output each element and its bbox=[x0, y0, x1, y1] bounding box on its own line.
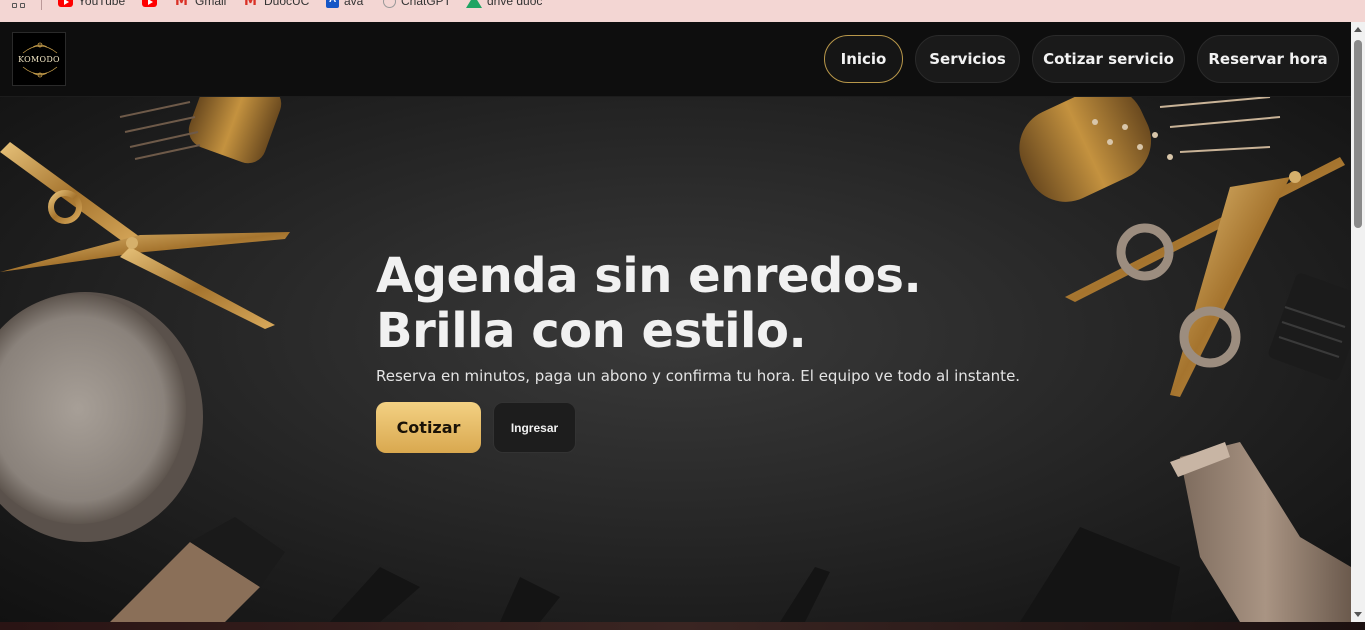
gmail-icon bbox=[244, 0, 259, 9]
ingresar-button[interactable]: Ingresar bbox=[493, 402, 576, 453]
bookmark-gmail[interactable]: Gmail bbox=[175, 0, 226, 9]
round-brush-top-left bbox=[119, 97, 282, 164]
bookmark-label: ava bbox=[344, 0, 364, 8]
bookmarks-bar: YouTube Gmail DuocUC ava ChatGPT drive d… bbox=[0, 0, 1365, 22]
bookmarks-separator bbox=[41, 0, 42, 10]
google-drive-icon bbox=[466, 0, 482, 8]
nav-reservar-hora[interactable]: Reservar hora bbox=[1197, 35, 1339, 83]
scrollbar-thumb[interactable] bbox=[1354, 40, 1362, 228]
bookmark-drive-duoc[interactable]: drive duoc bbox=[466, 0, 542, 9]
bookmark-duocuc[interactable]: DuocUC bbox=[244, 0, 309, 9]
pomade-jar bbox=[0, 292, 203, 542]
bookmark-label: drive duoc bbox=[487, 0, 543, 8]
bookmark-label: YouTube bbox=[78, 0, 126, 8]
nav-cotizar-servicio[interactable]: Cotizar servicio bbox=[1032, 35, 1185, 83]
hero-background-tools bbox=[0, 97, 1351, 622]
youtube-icon bbox=[58, 0, 73, 7]
bookmark-youtube[interactable]: YouTube bbox=[58, 0, 125, 9]
spray-bottle-right bbox=[1020, 442, 1351, 622]
chatgpt-icon bbox=[383, 0, 396, 8]
hero-headline-line2: Brilla con estilo. bbox=[376, 303, 807, 359]
site-header: KOMODO Inicio Servicios Cotizar servicio… bbox=[0, 22, 1351, 97]
youtube-icon bbox=[142, 0, 157, 7]
hero-headline: Agenda sin enredos. Brilla con estilo. bbox=[376, 248, 922, 359]
bookmark-chatgpt[interactable]: ChatGPT bbox=[383, 0, 451, 9]
bookmark-label: DuocUC bbox=[264, 0, 310, 8]
spray-bottle-bottom-left bbox=[110, 517, 285, 622]
nav-inicio[interactable]: Inicio bbox=[824, 35, 903, 83]
comb-right bbox=[1268, 273, 1351, 381]
hero-headline-line1: Agenda sin enredos. bbox=[376, 248, 922, 304]
nav-servicios[interactable]: Servicios bbox=[915, 35, 1020, 83]
hero-section: Agenda sin enredos. Brilla con estilo. R… bbox=[0, 97, 1351, 622]
bookmark-label: ChatGPT bbox=[401, 0, 452, 8]
scroll-down-arrow-icon[interactable] bbox=[1354, 612, 1362, 617]
gmail-icon bbox=[175, 0, 190, 9]
vertical-scrollbar[interactable] bbox=[1351, 22, 1365, 622]
combs-bottom bbox=[330, 567, 830, 622]
apps-grid-icon[interactable] bbox=[12, 0, 28, 11]
page-viewport: KOMODO Inicio Servicios Cotizar servicio… bbox=[0, 22, 1351, 622]
taskbar-edge bbox=[0, 622, 1365, 630]
bookmark-youtube-2[interactable] bbox=[142, 0, 157, 9]
scroll-up-arrow-icon[interactable] bbox=[1354, 27, 1362, 32]
ava-icon bbox=[326, 0, 339, 8]
logo-text: KOMODO bbox=[18, 54, 60, 64]
cotizar-button[interactable]: Cotizar bbox=[376, 402, 481, 453]
hero-subtitle: Reserva en minutos, paga un abono y conf… bbox=[376, 367, 1021, 385]
bookmark-ava[interactable]: ava bbox=[326, 0, 363, 9]
bookmark-label: Gmail bbox=[195, 0, 227, 8]
site-logo[interactable]: KOMODO bbox=[12, 32, 66, 86]
